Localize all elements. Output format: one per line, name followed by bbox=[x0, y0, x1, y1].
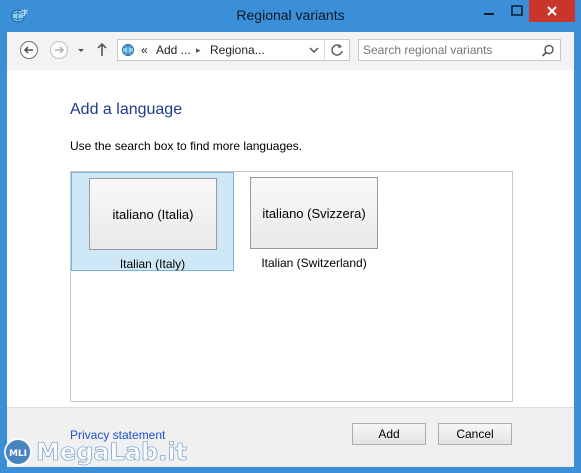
search-box[interactable] bbox=[358, 39, 561, 61]
forward-button[interactable] bbox=[49, 40, 69, 60]
language-native-name: italiano (Svizzera) bbox=[250, 177, 378, 249]
language-english-name: Italian (Italy) bbox=[119, 257, 186, 271]
language-list: italiano (Italia) Italian (Italy) italia… bbox=[70, 171, 513, 402]
cancel-button[interactable]: Cancel bbox=[438, 423, 512, 445]
breadcrumb-add-languages[interactable]: Add ... bbox=[156, 43, 191, 57]
search-icon[interactable] bbox=[541, 43, 555, 62]
breadcrumb-overflow[interactable]: « bbox=[141, 43, 148, 57]
title-bar[interactable]: 字 Regional variants bbox=[0, 0, 581, 32]
add-button[interactable]: Add bbox=[352, 423, 426, 445]
language-native-name: italiano (Italia) bbox=[89, 178, 217, 250]
minimize-button[interactable] bbox=[474, 0, 504, 22]
breadcrumb-separator-icon[interactable]: ▸ bbox=[196, 45, 201, 56]
refresh-icon[interactable] bbox=[330, 43, 344, 60]
up-button[interactable] bbox=[94, 40, 110, 60]
search-input[interactable] bbox=[363, 42, 533, 58]
window: 字 Regional variants « Add ... ▸ Regiona.… bbox=[0, 0, 581, 473]
back-button[interactable] bbox=[19, 40, 39, 60]
navigation-bar: « Add ... ▸ Regiona... bbox=[7, 32, 574, 70]
language-tile-italian-switzerland[interactable]: italiano (Svizzera) Italian (Switzerland… bbox=[241, 172, 389, 271]
page-heading: Add a language bbox=[70, 101, 183, 118]
recent-locations-dropdown[interactable] bbox=[75, 40, 87, 60]
client-area: « Add ... ▸ Regiona... Add a langu bbox=[7, 32, 574, 467]
language-english-name: Italian (Switzerland) bbox=[261, 256, 367, 270]
language-tile-italian-italy[interactable]: italiano (Italia) Italian (Italy) bbox=[71, 172, 234, 271]
address-dropdown-icon[interactable] bbox=[308, 44, 320, 59]
address-divider bbox=[324, 40, 325, 60]
privacy-statement-link[interactable]: Privacy statement bbox=[70, 428, 165, 442]
address-bar[interactable]: « Add ... ▸ Regiona... bbox=[117, 39, 350, 61]
instruction-text: Use the search box to find more language… bbox=[70, 139, 303, 153]
close-button[interactable] bbox=[529, 0, 575, 22]
location-globe-icon bbox=[121, 42, 137, 61]
footer-bar: Privacy statement Add Cancel bbox=[7, 407, 574, 467]
breadcrumb-regional-variants[interactable]: Regiona... bbox=[210, 43, 265, 57]
